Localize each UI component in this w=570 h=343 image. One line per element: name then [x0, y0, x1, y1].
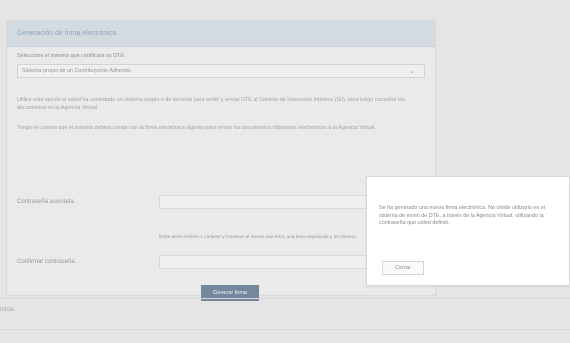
panel-title: Generación de firma electrónica — [17, 30, 117, 37]
page: Generación de firma electrónica Seleccio… — [0, 0, 570, 343]
password-label: Contraseña asociada — [17, 199, 74, 205]
footer-divider-top — [0, 298, 570, 299]
footer-divider-bottom — [0, 329, 570, 330]
instructions-paragraph-2: Tenga en cuenta que el sistema deberá co… — [17, 125, 376, 131]
instructions-paragraph-1: Utilice esta opción si usted ha contrata… — [17, 97, 406, 111]
close-dialog-button[interactable]: Cerrar — [382, 261, 424, 275]
chevron-down-icon: ⌄ — [409, 68, 415, 75]
panel-header: Generación de firma electrónica — [7, 21, 435, 47]
confirmation-dialog: Se ha generado una nueva firma electróni… — [366, 176, 570, 286]
dialog-message: Se ha generado una nueva firma electróni… — [379, 205, 546, 226]
system-select[interactable]: Sistema propio de un Contribuyente Adher… — [17, 64, 425, 78]
footer-text: Inicio — [0, 307, 15, 313]
system-select-value: Sistema propio de un Contribuyente Adher… — [22, 68, 131, 74]
confirm-password-label: Confirmar contraseña — [17, 259, 75, 265]
system-select-label: Seleccione el sistema que certificará su… — [17, 53, 126, 59]
